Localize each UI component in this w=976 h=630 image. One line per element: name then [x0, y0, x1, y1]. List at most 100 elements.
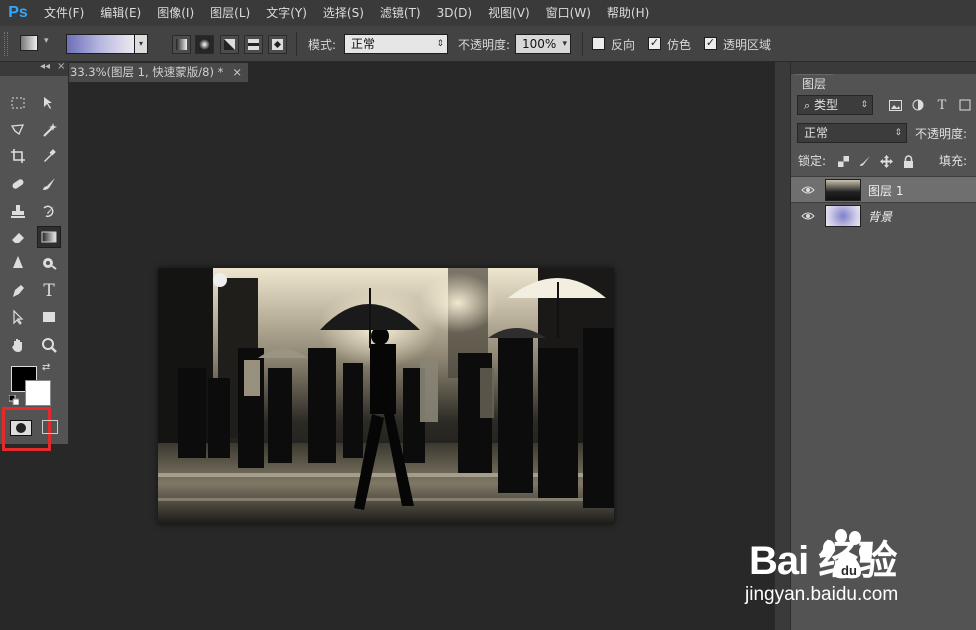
radial-gradient-button[interactable]	[195, 35, 214, 54]
filter-pixel-layers-icon[interactable]	[887, 97, 903, 113]
background-color-swatch[interactable]	[25, 380, 51, 406]
lock-transparent-pixels-icon[interactable]	[835, 153, 851, 169]
filter-adjustment-layers-icon[interactable]	[910, 97, 926, 113]
tab-layers[interactable]: 图层	[795, 74, 833, 92]
visibility-eye-icon[interactable]	[801, 209, 815, 223]
reflected-gradient-button[interactable]	[244, 35, 263, 54]
dither-checkbox[interactable]: ✓	[648, 37, 661, 50]
mode-select[interactable]: 正常 ⇕	[344, 34, 448, 54]
opacity-dropdown-icon[interactable]: ▾	[562, 35, 567, 53]
healing-brush-tool[interactable]	[6, 173, 30, 195]
diamond-gradient-button[interactable]	[268, 35, 287, 54]
layer-name: 图层 1	[868, 184, 904, 198]
zoom-tool[interactable]	[37, 334, 61, 356]
menu-filter[interactable]: 滤镜(T)	[372, 0, 429, 26]
menu-layer[interactable]: 图层(L)	[202, 0, 258, 26]
transparency-checkbox[interactable]: ✓	[704, 37, 717, 50]
move-tool[interactable]	[37, 92, 61, 114]
options-separator	[296, 32, 297, 56]
quick-mask-mode-icon[interactable]	[10, 420, 32, 436]
mode-select-value: 正常	[351, 37, 376, 51]
tool-preset-picker[interactable]	[20, 35, 38, 51]
menu-select[interactable]: 选择(S)	[315, 0, 372, 26]
layer-row-layer1[interactable]: 图层 1	[791, 176, 976, 202]
document-tab[interactable]: 33.3%(图层 1, 快速蒙版/8) * ×	[68, 63, 248, 82]
filter-type-layers-icon[interactable]: T	[934, 97, 950, 113]
history-brush-tool[interactable]	[37, 200, 61, 222]
tools-panel-header[interactable]: ◂◂ ×	[0, 61, 68, 76]
linear-gradient-button[interactable]	[172, 35, 191, 54]
crop-tool[interactable]	[6, 145, 30, 167]
lock-all-icon[interactable]	[900, 153, 916, 169]
pen-tool[interactable]	[6, 280, 30, 302]
gradient-picker-dropdown[interactable]: ▾	[134, 34, 148, 54]
magnifier-icon	[42, 338, 57, 353]
marquee-tool[interactable]	[6, 92, 30, 114]
blend-mode-select[interactable]: 正常 ⇕	[797, 123, 907, 143]
gradient-tool[interactable]	[37, 226, 61, 248]
menu-file[interactable]: 文件(F)	[36, 0, 92, 26]
options-bar-grip[interactable]	[4, 32, 8, 56]
reverse-checkbox[interactable]	[592, 37, 605, 50]
baidu-paw-logo: du	[823, 529, 871, 579]
pen-nib-icon	[13, 285, 24, 297]
menu-edit[interactable]: 编辑(E)	[92, 0, 149, 26]
blend-mode-value: 正常	[804, 126, 829, 140]
gradient-editor-swatch[interactable]	[66, 34, 136, 54]
magic-wand-icon	[43, 123, 57, 137]
rainy-street-photo	[158, 268, 614, 524]
lock-position-icon[interactable]	[878, 153, 894, 169]
hand-tool[interactable]	[6, 334, 30, 356]
brush-icon	[43, 178, 55, 190]
swap-colors-icon[interactable]: ⇄	[42, 362, 50, 373]
lasso-tool[interactable]	[6, 119, 30, 141]
lock-image-pixels-icon[interactable]	[857, 153, 873, 169]
menu-window[interactable]: 窗口(W)	[538, 0, 599, 26]
screen-mode-icon[interactable]	[42, 420, 58, 434]
move-arrow-icon	[44, 97, 52, 109]
lock-label: 锁定:	[798, 154, 827, 168]
angle-gradient-button[interactable]	[220, 35, 239, 54]
menu-image[interactable]: 图像(I)	[149, 0, 202, 26]
gradient-icon	[41, 231, 57, 243]
collapse-panel-icon[interactable]: ◂◂	[40, 61, 50, 72]
type-t-icon: T	[43, 281, 55, 301]
linear-gradient-icon	[176, 39, 187, 50]
baidu-jingyan-watermark: Bai 经验 du jingyan.baidu.com	[745, 520, 970, 620]
layer-row-background[interactable]: 背景	[791, 202, 976, 228]
document-image[interactable]	[158, 268, 614, 524]
path-selection-tool[interactable]	[6, 306, 30, 328]
eyedropper-tool[interactable]	[37, 145, 61, 167]
dodge-tool[interactable]	[37, 252, 61, 274]
menu-view[interactable]: 视图(V)	[480, 0, 538, 26]
visibility-eye-icon[interactable]	[801, 183, 815, 197]
default-colors-icon[interactable]	[9, 395, 19, 405]
diamond-gradient-icon	[272, 39, 283, 50]
radial-gradient-icon	[199, 39, 210, 50]
blur-tool[interactable]	[6, 252, 30, 274]
crop-icon	[11, 149, 25, 163]
close-panel-icon[interactable]: ×	[57, 61, 65, 72]
opacity-label: 不透明度:	[458, 38, 511, 52]
layer-name: 背景	[868, 210, 893, 224]
panel-dock-header[interactable]	[791, 62, 976, 74]
opacity-input[interactable]: 100% ▾	[515, 34, 571, 54]
close-tab-icon[interactable]: ×	[232, 63, 242, 82]
svg-text:du: du	[841, 563, 857, 578]
type-tool[interactable]: T	[37, 280, 61, 302]
clone-stamp-tool[interactable]	[6, 200, 30, 222]
filter-shape-layers-icon[interactable]	[957, 97, 973, 113]
layer-filter-select[interactable]: ⌕ 类型 ⇕	[797, 95, 873, 115]
rectangle-tool[interactable]	[37, 306, 61, 328]
brush-tool[interactable]	[37, 173, 61, 195]
magic-wand-tool[interactable]	[37, 119, 61, 141]
menu-3d[interactable]: 3D(D)	[429, 0, 480, 26]
reverse-label: 反向	[611, 38, 636, 52]
menu-help[interactable]: 帮助(H)	[599, 0, 657, 26]
stamp-icon	[11, 205, 25, 218]
menu-type[interactable]: 文字(Y)	[258, 0, 315, 26]
eraser-tool[interactable]	[6, 226, 30, 248]
options-separator	[582, 32, 583, 56]
tool-preset-arrow-icon[interactable]: ▾	[44, 36, 49, 46]
watermark-site: jingyan.baidu.com	[745, 584, 899, 605]
